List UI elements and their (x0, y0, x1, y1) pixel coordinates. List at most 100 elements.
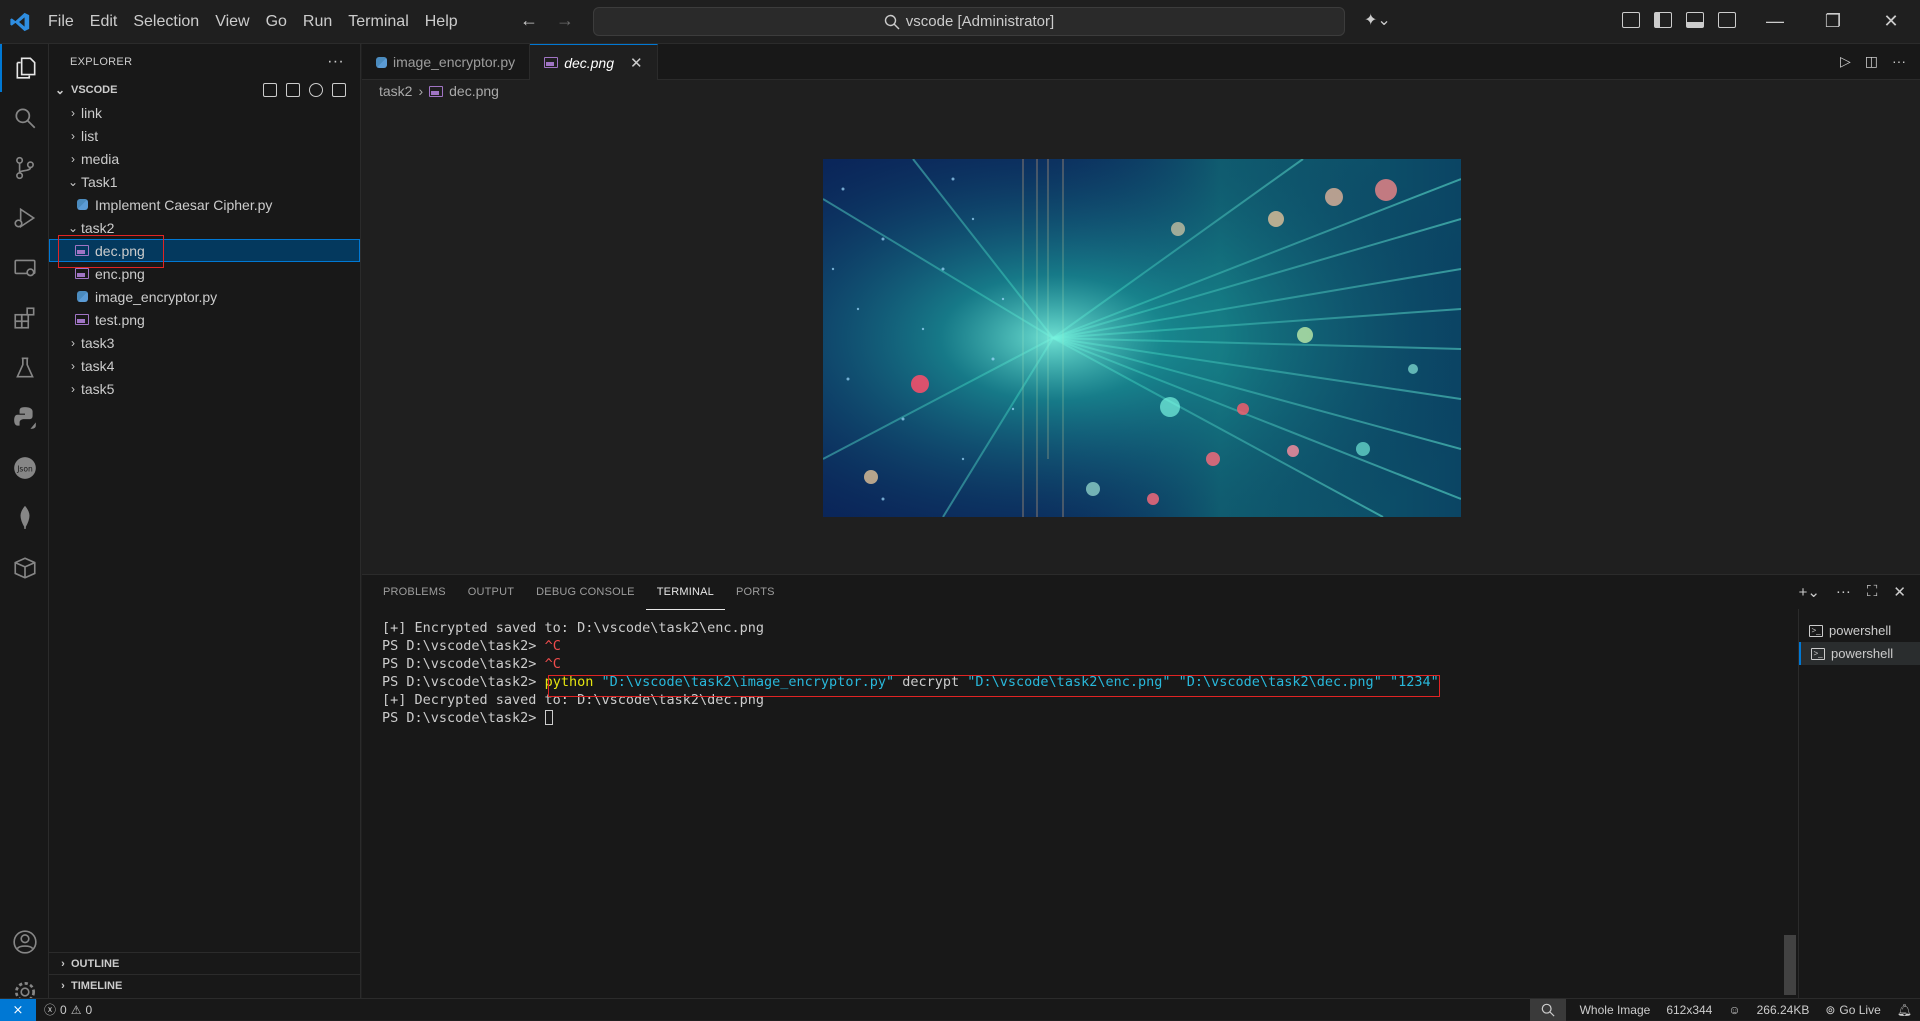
remote-indicator-icon[interactable]: ⨯ (0, 998, 36, 1021)
menu-selection[interactable]: Selection (125, 0, 207, 44)
chevron-right-icon: › (71, 128, 75, 143)
chevron-down-icon: ⌄ (67, 174, 79, 189)
source-control-icon[interactable] (0, 144, 49, 192)
restore-button[interactable]: ❐ (1804, 0, 1862, 44)
chevron-right-icon: › (71, 381, 75, 396)
zoom-icon[interactable] (1529, 998, 1566, 1021)
tree-item-label: task2 (81, 219, 115, 236)
tab-terminal[interactable]: TERMINAL (645, 575, 725, 610)
accounts-icon[interactable] (0, 918, 49, 966)
close-window-button[interactable]: ✕ (1862, 0, 1920, 44)
refresh-icon[interactable] (309, 83, 323, 97)
tree-folder[interactable]: › task5 (49, 377, 360, 400)
image-file-icon (74, 313, 90, 327)
zoom-level[interactable]: Whole Image (1566, 1003, 1659, 1017)
run-icon[interactable]: ▷ (1840, 53, 1851, 70)
menu-view[interactable]: View (207, 0, 257, 44)
toggle-primary-sidebar-icon[interactable] (1654, 12, 1672, 28)
tab-dec-png[interactable]: dec.png ✕ (530, 44, 658, 80)
collapse-all-icon[interactable] (332, 83, 346, 97)
explorer-sidebar: EXPLORER ··· ⌄ VSCODE › link › list › media ⌄ T… (49, 44, 361, 998)
terminal-line: PS D:\vscode\task2> ^C (382, 655, 1439, 673)
terminal-instance-label: powershell (1829, 623, 1892, 638)
image-dimensions: 612x344 (1666, 1002, 1713, 1017)
chevron-right-icon: › (71, 358, 75, 373)
outline-section[interactable]: › OUTLINE (49, 952, 361, 974)
more-actions-icon[interactable]: ··· (327, 53, 344, 71)
breadcrumb-folder[interactable]: task2 (379, 83, 412, 99)
maximize-panel-icon[interactable]: ⛶ (1867, 583, 1878, 601)
new-folder-icon[interactable] (286, 83, 300, 97)
menu-go[interactable]: Go (258, 0, 295, 44)
tree-item-label: media (81, 150, 120, 167)
split-editor-icon[interactable]: ◫ (1865, 53, 1878, 70)
new-file-icon[interactable] (263, 83, 277, 97)
breadcrumb-file[interactable]: dec.png (449, 83, 499, 99)
close-icon[interactable]: ✕ (630, 54, 643, 72)
tree-folder[interactable]: › media (49, 147, 360, 170)
search-view-icon[interactable] (0, 94, 49, 142)
tab-image-encryptor[interactable]: image_encryptor.py (362, 44, 531, 80)
more-actions-icon[interactable]: ··· (1892, 53, 1906, 70)
tree-folder[interactable]: › task3 (49, 331, 360, 354)
chevron-down-icon: ⌄ (67, 220, 79, 235)
tree-item-label: task5 (81, 380, 115, 397)
close-panel-icon[interactable]: ✕ (1893, 583, 1906, 601)
extensions-icon[interactable] (0, 294, 49, 342)
more-actions-icon[interactable]: ··· (1836, 583, 1851, 601)
tree-file[interactable]: test.png (49, 308, 360, 331)
remote-explorer-icon[interactable] (0, 244, 49, 292)
tree-folder[interactable]: › link (49, 101, 360, 124)
copilot-icon[interactable]: ✦⌄ (1364, 10, 1391, 30)
testing-icon[interactable] (0, 344, 49, 392)
tree-folder[interactable]: ⌄ Task1 (49, 170, 360, 193)
workspace-root[interactable]: ⌄ VSCODE (49, 79, 360, 101)
command-center-search[interactable]: vscode [Administrator] (593, 7, 1345, 36)
warning-count: 0 (85, 1002, 93, 1017)
terminal-line: [+] Encrypted saved to: D:\vscode\task2\… (382, 620, 765, 636)
terminal-output[interactable]: [+] Encrypted saved to: D:\vscode\task2\… (382, 619, 1439, 727)
terminal-icon: >_ (1811, 647, 1825, 660)
explorer-title: EXPLORER (70, 55, 133, 68)
problems-status[interactable]: ⓧ 0 ⚠ 0 (36, 1001, 100, 1018)
terminal-scrollbar[interactable] (1784, 935, 1796, 995)
tab-problems[interactable]: PROBLEMS (372, 575, 457, 610)
menu-bar: File Edit Selection View Go Run Terminal… (40, 0, 466, 44)
toggle-secondary-sidebar-icon[interactable] (1718, 12, 1736, 28)
tab-debug-console[interactable]: DEBUG CONSOLE (525, 575, 646, 610)
tree-file[interactable]: Implement Caesar Cipher.py (49, 193, 360, 216)
tab-output[interactable]: OUTPUT (457, 575, 525, 610)
run-debug-icon[interactable] (0, 194, 49, 242)
new-terminal-icon[interactable]: +⌄ (1799, 583, 1820, 601)
terminal-cursor (544, 710, 553, 725)
menu-help[interactable]: Help (417, 0, 466, 44)
explorer-icon[interactable] (0, 44, 49, 92)
image-file-icon (544, 57, 559, 68)
minimize-button[interactable]: — (1746, 0, 1804, 44)
containers-icon[interactable] (0, 544, 49, 592)
toggle-panel-icon[interactable] (1686, 12, 1704, 28)
python-icon[interactable] (0, 394, 49, 442)
menu-run[interactable]: Run (295, 0, 340, 44)
copilot-status-icon[interactable]: ☺ (1720, 1003, 1748, 1017)
terminal-instance[interactable]: >_ powershell (1799, 619, 1920, 642)
terminal-instance[interactable]: >_ powershell (1799, 642, 1920, 665)
json-icon[interactable]: Json (0, 444, 49, 492)
tree-folder[interactable]: › list (49, 124, 360, 147)
timeline-section[interactable]: › TIMELINE (49, 974, 361, 996)
tree-folder[interactable]: › task4 (49, 354, 360, 377)
customize-layout-icon[interactable] (1622, 12, 1640, 28)
tab-ports[interactable]: PORTS (725, 575, 786, 610)
tree-file[interactable]: image_encryptor.py (49, 285, 360, 308)
menu-file[interactable]: File (40, 0, 82, 44)
back-arrow-icon[interactable]: ← (520, 10, 538, 31)
forward-arrow-icon[interactable]: → (556, 10, 574, 31)
notifications-bell-icon[interactable]: 🔔︎ (1889, 1003, 1920, 1017)
tab-label: image_encryptor.py (393, 54, 516, 70)
go-live-button[interactable]: ⊚ Go Live (1817, 1003, 1888, 1017)
menu-edit[interactable]: Edit (82, 0, 126, 44)
menu-terminal[interactable]: Terminal (340, 0, 416, 44)
terminal-instance-label: powershell (1831, 646, 1894, 661)
mongodb-leaf-icon[interactable] (0, 494, 49, 542)
python-file-icon (376, 56, 387, 68)
